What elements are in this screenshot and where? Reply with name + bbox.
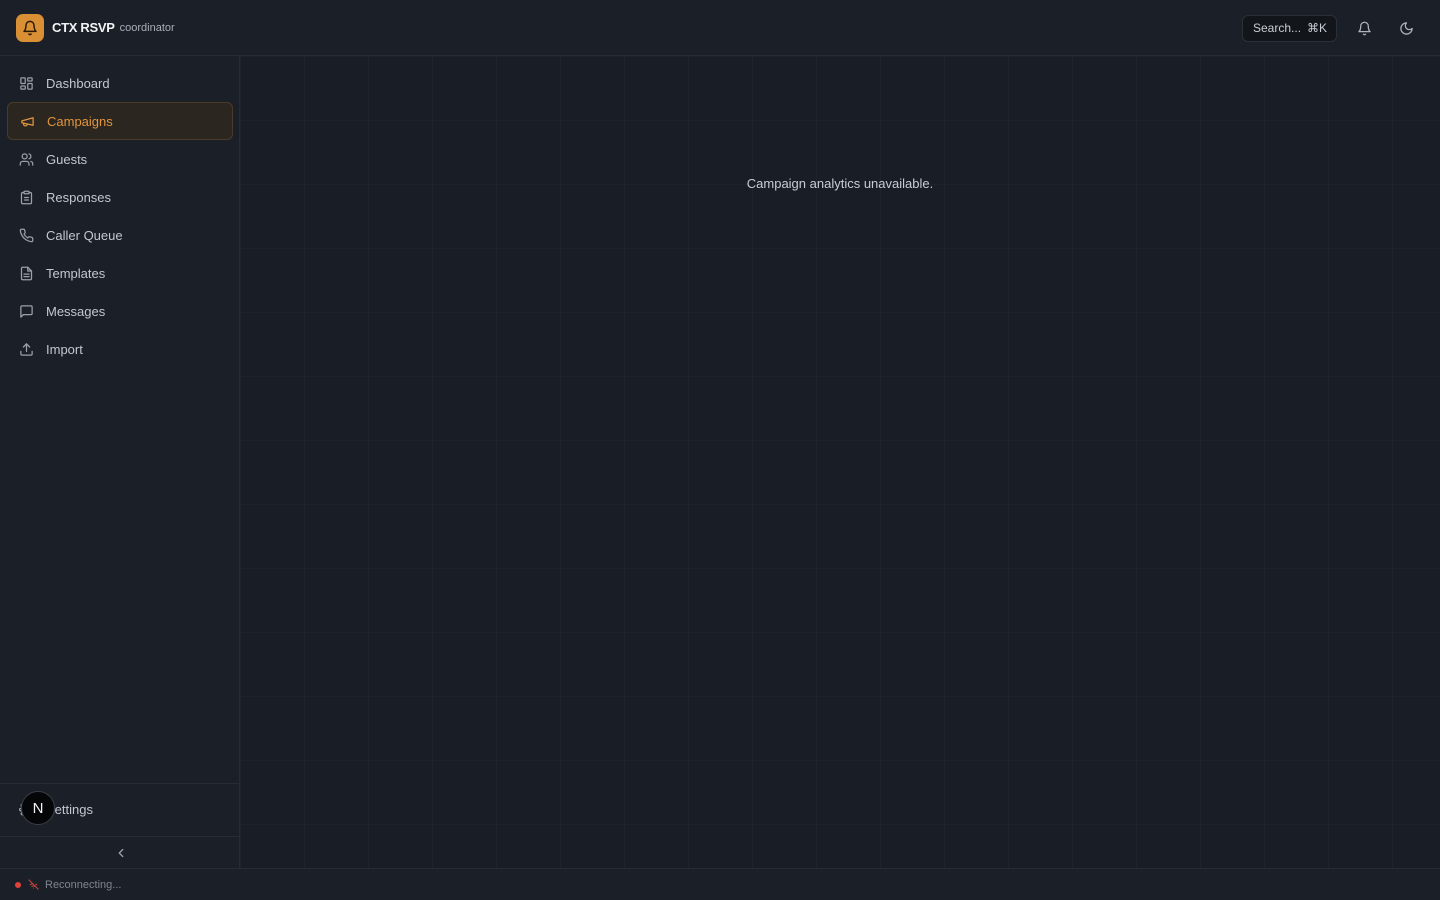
notifications-button[interactable] — [1350, 14, 1378, 42]
sidebar-item-guests[interactable]: Guests — [0, 140, 240, 178]
sidebar-item-label: Messages — [46, 303, 106, 319]
sidebar: Dashboard Campaigns Guests Responses Cal… — [0, 56, 240, 868]
wifi-off-icon — [27, 879, 39, 891]
sidebar-item-campaigns[interactable]: Campaigns — [7, 102, 233, 140]
megaphone-icon — [19, 113, 35, 129]
sidebar-nav: Dashboard Campaigns Guests Responses Cal… — [0, 64, 240, 368]
message-square-icon — [18, 303, 34, 319]
bell-icon — [1357, 21, 1371, 35]
sidebar-item-label: Templates — [46, 265, 106, 281]
collapse-sidebar-button[interactable] — [112, 844, 130, 862]
upload-icon — [18, 341, 34, 357]
theme-toggle-button[interactable] — [1392, 14, 1420, 42]
sidebar-item-caller-queue[interactable]: Caller Queue — [0, 216, 240, 254]
status-bar: Reconnecting... — [0, 868, 1440, 900]
sidebar-item-label: Dashboard — [46, 75, 110, 91]
sidebar-item-messages[interactable]: Messages — [0, 292, 240, 330]
brand[interactable]: CTX RSVP coordinator — [16, 13, 175, 42]
search-button[interactable]: Search... ⌘K — [1242, 14, 1337, 42]
sidebar-item-label: Caller Queue — [46, 227, 123, 243]
phone-icon — [18, 227, 34, 243]
file-text-icon — [18, 265, 34, 281]
empty-state-message: Campaign analytics unavailable. — [746, 176, 934, 191]
main-content: Campaign analytics unavailable. — [240, 56, 1440, 868]
sidebar-item-label: Import — [46, 341, 83, 357]
sidebar-item-label: Campaigns — [47, 113, 113, 129]
sidebar-item-label: Responses — [46, 189, 112, 205]
app-name: CTX RSVP — [52, 20, 115, 35]
avatar[interactable]: N — [21, 791, 55, 825]
grid-icon — [18, 75, 34, 91]
sidebar-item-label: Guests — [46, 151, 88, 167]
chevron-left-icon — [118, 848, 124, 858]
avatar-initial: N — [32, 799, 44, 817]
sidebar-item-templates[interactable]: Templates — [0, 254, 240, 292]
moon-icon — [1399, 21, 1413, 35]
sidebar-item-responses[interactable]: Responses — [0, 178, 240, 216]
sidebar-item-import[interactable]: Import — [0, 330, 240, 368]
users-icon — [18, 151, 34, 167]
bell-icon — [16, 13, 44, 42]
sidebar-item-dashboard[interactable]: Dashboard — [0, 64, 240, 102]
clipboard-icon — [18, 189, 34, 205]
connection-status-text: Reconnecting... — [45, 878, 122, 891]
app-role: coordinator — [119, 21, 175, 34]
top-bar: CTX RSVP coordinator Search... ⌘K — [0, 0, 1440, 56]
search-label: Search... — [1253, 21, 1302, 35]
search-shortcut: ⌘K — [1306, 21, 1327, 35]
connection-status-dot — [15, 881, 21, 888]
